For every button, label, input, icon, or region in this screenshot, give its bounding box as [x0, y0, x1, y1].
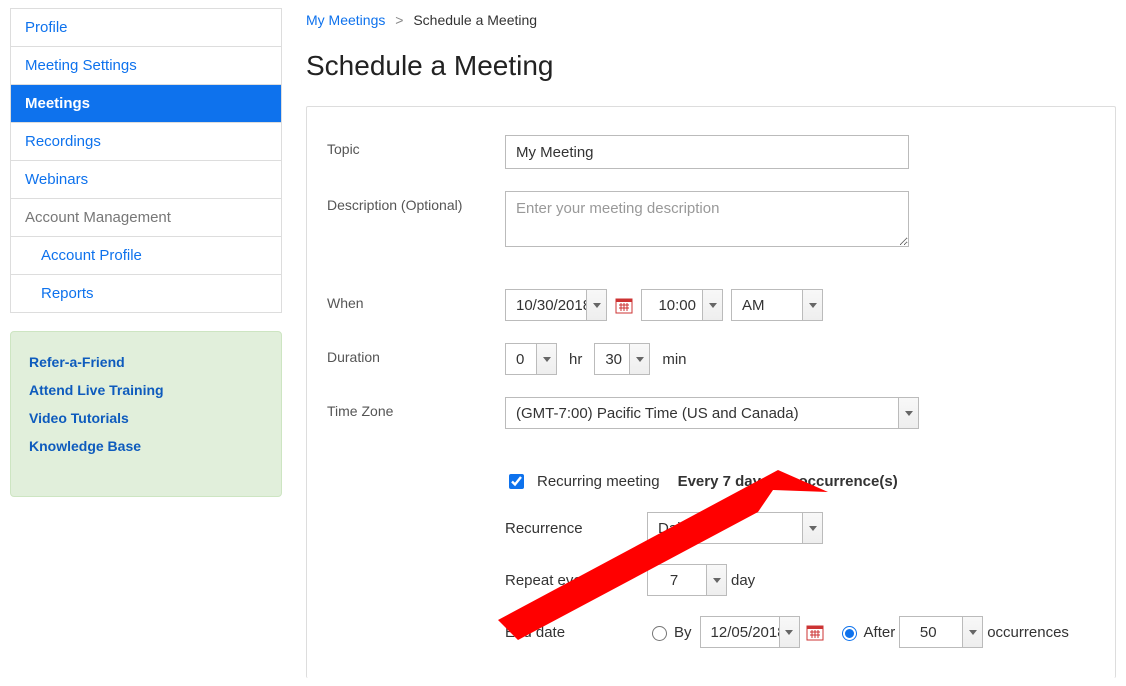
- end-after-unit: occurrences: [987, 624, 1069, 641]
- repeat-every-select[interactable]: 7: [647, 564, 727, 596]
- recurrence-select[interactable]: Daily: [647, 512, 823, 544]
- duration-minutes-select[interactable]: 30: [594, 343, 650, 375]
- chevron-down-icon: [706, 565, 726, 595]
- duration-hours-select[interactable]: 0: [505, 343, 557, 375]
- calendar-icon[interactable]: [615, 296, 633, 314]
- timezone-value: (GMT-7:00) Pacific Time (US and Canada): [516, 405, 799, 422]
- chevron-down-icon: [898, 398, 918, 428]
- nav-item-meeting-settings[interactable]: Meeting Settings: [11, 47, 281, 85]
- nav-item-account-profile[interactable]: Account Profile: [11, 237, 281, 275]
- nav-item-reports[interactable]: Reports: [11, 275, 281, 313]
- recurrence-value: Daily: [658, 520, 691, 537]
- recurring-checkbox[interactable]: [509, 474, 524, 489]
- end-by-label: By: [674, 624, 692, 641]
- when-time-value: 10:00: [658, 297, 696, 314]
- nav-item-recordings[interactable]: Recordings: [11, 123, 281, 161]
- recurring-checkbox-label: Recurring meeting: [537, 473, 660, 490]
- nav-item-account-management: Account Management: [11, 199, 281, 237]
- label-end-date: End date: [505, 624, 647, 641]
- end-by-radio[interactable]: [652, 626, 667, 641]
- repeat-unit: day: [731, 572, 755, 589]
- end-after-radio[interactable]: [842, 626, 857, 641]
- label-description: Description (Optional): [327, 191, 505, 213]
- page-title: Schedule a Meeting: [306, 50, 1116, 82]
- promo-box: Refer-a-Friend Attend Live Training Vide…: [10, 331, 282, 497]
- description-textarea[interactable]: [505, 191, 909, 247]
- promo-attend-live-training[interactable]: Attend Live Training: [29, 382, 263, 398]
- sidebar: Profile Meeting Settings Meetings Record…: [10, 8, 282, 678]
- main-content: My Meetings > Schedule a Meeting Schedul…: [306, 8, 1116, 678]
- duration-min-label: min: [662, 351, 686, 368]
- chevron-down-icon: [779, 617, 799, 647]
- chevron-down-icon: [586, 290, 606, 320]
- breadcrumb-current: Schedule a Meeting: [413, 12, 537, 28]
- end-after-value: 50: [900, 624, 956, 641]
- chevron-down-icon: [802, 290, 822, 320]
- chevron-down-icon: [962, 617, 982, 647]
- nav-item-meetings[interactable]: Meetings: [11, 85, 281, 123]
- breadcrumb: My Meetings > Schedule a Meeting: [306, 12, 1116, 28]
- calendar-icon[interactable]: [806, 623, 824, 641]
- timezone-select[interactable]: (GMT-7:00) Pacific Time (US and Canada): [505, 397, 919, 429]
- nav-item-webinars[interactable]: Webinars: [11, 161, 281, 199]
- nav-list: Profile Meeting Settings Meetings Record…: [10, 8, 282, 313]
- repeat-every-value: 7: [648, 572, 700, 589]
- chevron-down-icon: [802, 513, 822, 543]
- breadcrumb-parent[interactable]: My Meetings: [306, 12, 385, 28]
- when-date-value: 10/30/2018: [516, 297, 591, 314]
- breadcrumb-separator: >: [395, 12, 403, 28]
- promo-video-tutorials[interactable]: Video Tutorials: [29, 410, 263, 426]
- duration-hr-label: hr: [569, 351, 582, 368]
- label-recurrence: Recurrence: [505, 520, 647, 537]
- end-after-select[interactable]: 50: [899, 616, 983, 648]
- chevron-down-icon: [629, 344, 649, 374]
- nav-item-profile[interactable]: Profile: [11, 9, 281, 47]
- duration-hours-value: 0: [516, 351, 524, 368]
- label-when: When: [327, 289, 505, 311]
- form-panel: Topic Description (Optional) When 10/30/…: [306, 106, 1116, 678]
- when-ampm-select[interactable]: AM: [731, 289, 823, 321]
- end-after-label: After: [864, 624, 896, 641]
- recurring-summary: Every 7 days, 50 occurrence(s): [678, 473, 898, 490]
- when-date-select[interactable]: 10/30/2018: [505, 289, 607, 321]
- end-by-date-select[interactable]: 12/05/2018: [700, 616, 800, 648]
- end-by-date-value: 12/05/2018: [711, 624, 786, 641]
- label-duration: Duration: [327, 343, 505, 365]
- chevron-down-icon: [702, 290, 722, 320]
- duration-minutes-value: 30: [605, 351, 622, 368]
- label-repeat-every: Repeat every: [505, 572, 647, 589]
- chevron-down-icon: [536, 344, 556, 374]
- when-ampm-value: AM: [742, 297, 765, 314]
- label-topic: Topic: [327, 135, 505, 157]
- promo-refer-a-friend[interactable]: Refer-a-Friend: [29, 354, 263, 370]
- topic-input[interactable]: [505, 135, 909, 169]
- promo-knowledge-base[interactable]: Knowledge Base: [29, 438, 263, 454]
- when-time-select[interactable]: 10:00: [641, 289, 723, 321]
- recurrence-block: Recurrence Daily Repeat every 7 day End: [505, 512, 1095, 648]
- label-timezone: Time Zone: [327, 397, 505, 419]
